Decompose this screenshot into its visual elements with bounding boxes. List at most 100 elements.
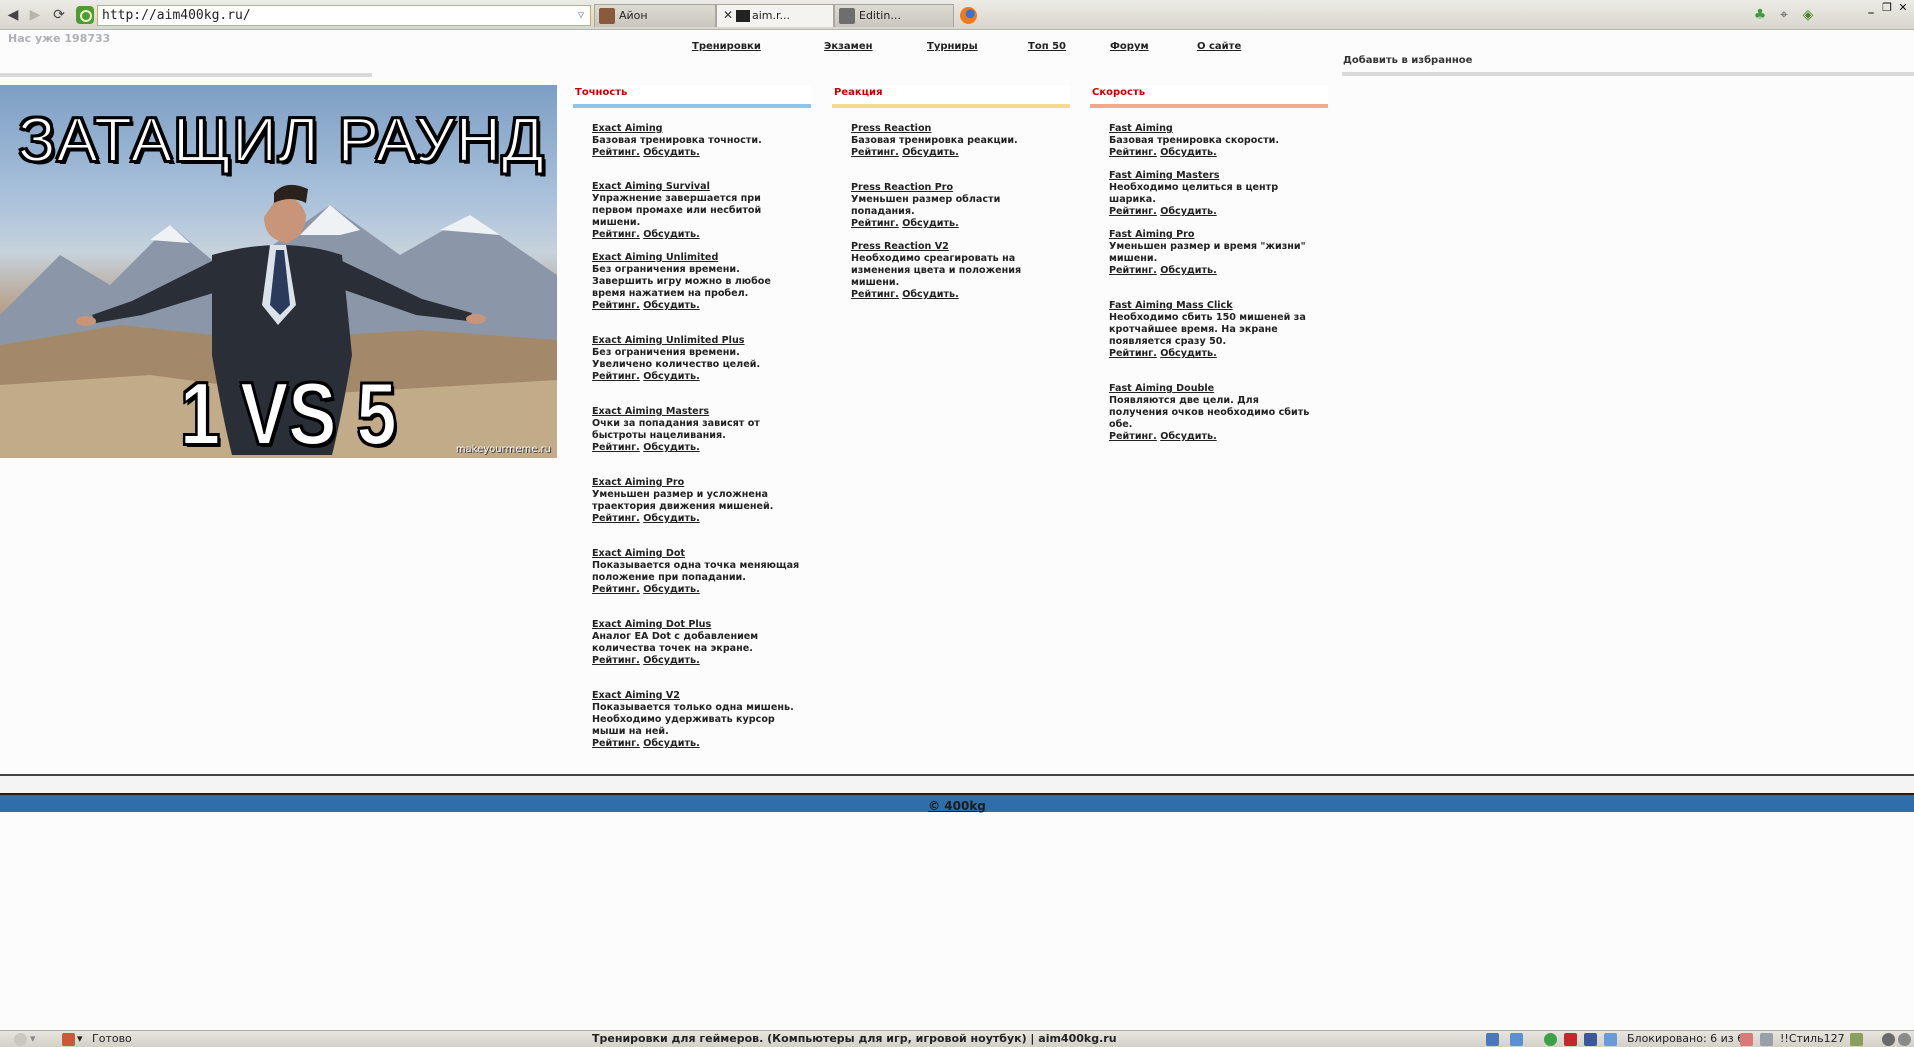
network-icon[interactable] <box>14 1033 27 1046</box>
discuss-link[interactable]: Обсудить. <box>643 655 700 666</box>
rating-link[interactable]: Рейтинг. <box>592 513 640 524</box>
tab-close-icon[interactable]: ✕ <box>723 5 733 26</box>
dropdown-icon[interactable]: ▾ <box>30 1031 36 1047</box>
training-link[interactable]: Press Reaction <box>851 123 1061 135</box>
style-indicator[interactable]: !!Стиль127 <box>1780 1031 1845 1047</box>
training-link[interactable]: Press Reaction Pro <box>851 182 1061 194</box>
discuss-link[interactable]: Обсудить. <box>1160 431 1217 442</box>
download-icon[interactable] <box>1486 1033 1499 1046</box>
training-link[interactable]: Exact Aiming Masters <box>592 406 802 418</box>
training-link[interactable]: Exact Aiming <box>592 123 802 135</box>
rating-link[interactable]: Рейтинг. <box>1109 147 1157 158</box>
addon-icon[interactable] <box>1882 1033 1895 1046</box>
training-link[interactable]: Fast Aiming Masters <box>1109 170 1319 182</box>
discuss-link[interactable]: Обсудить. <box>902 289 959 300</box>
training-link[interactable]: Exact Aiming V2 <box>592 690 802 702</box>
training-description: Базовая тренировка скорости. <box>1109 135 1279 146</box>
nav-forum[interactable]: Форум <box>1110 41 1149 52</box>
training-link[interactable]: Exact Aiming Unlimited Plus <box>592 335 802 347</box>
discuss-link[interactable]: Обсудить. <box>643 738 700 749</box>
nav-tournaments[interactable]: Турниры <box>927 41 978 52</box>
addon-icon[interactable] <box>1850 1033 1863 1046</box>
url-dropdown-icon[interactable]: ▽ <box>578 6 584 25</box>
discuss-link[interactable]: Обсудить. <box>1160 348 1217 359</box>
rating-link[interactable]: Рейтинг. <box>592 229 640 240</box>
tab-aion[interactable]: Айон <box>594 4 716 27</box>
discuss-link[interactable]: Обсудить. <box>643 513 700 524</box>
rating-link[interactable]: Рейтинг. <box>1109 431 1157 442</box>
forward-icon[interactable]: ▶ <box>26 6 44 24</box>
status-green-icon[interactable] <box>1544 1033 1557 1046</box>
meme-banner[interactable]: ЗАТАЩИЛ РАУНД 1 VS 5 makeyourmeme.ru <box>0 85 557 458</box>
close-icon[interactable]: ✕ <box>1896 2 1910 14</box>
nav-trainings[interactable]: Тренировки <box>692 41 761 52</box>
mail-icon[interactable] <box>1604 1033 1617 1046</box>
rating-link[interactable]: Рейтинг. <box>592 442 640 453</box>
training-link[interactable]: Exact Aiming Pro <box>592 477 802 489</box>
blocked-counter[interactable]: Блокировано: 6 из 6 <box>1627 1031 1744 1047</box>
discuss-link[interactable]: Обсудить. <box>902 218 959 229</box>
addon-icon[interactable]: ♣ <box>1752 7 1768 23</box>
minimize-icon[interactable]: _ <box>1864 2 1878 14</box>
rating-link[interactable]: Рейтинг. <box>592 300 640 311</box>
rating-link[interactable]: Рейтинг. <box>851 147 899 158</box>
adblock-icon[interactable] <box>1740 1033 1753 1046</box>
discuss-link[interactable]: Обсудить. <box>1160 206 1217 217</box>
crosshair-icon[interactable]: ⌖ <box>1776 7 1792 23</box>
reload-icon[interactable]: ⟳ <box>50 6 68 24</box>
discuss-link[interactable]: Обсудить. <box>643 300 700 311</box>
rating-link[interactable]: Рейтинг. <box>592 371 640 382</box>
discuss-link[interactable]: Обсудить. <box>902 147 959 158</box>
list-item: Exact Aiming Pro Уменьшен размер и услож… <box>592 477 802 525</box>
list-item: Exact Aiming Базовая тренировка точности… <box>592 123 802 159</box>
nav-exam[interactable]: Экзамен <box>824 41 873 52</box>
pin-icon[interactable] <box>1760 1033 1773 1046</box>
training-link[interactable]: Exact Aiming Survival <box>592 181 802 193</box>
discuss-link[interactable]: Обсудить. <box>643 371 700 382</box>
training-link[interactable]: Fast Aiming Double <box>1109 383 1319 395</box>
discuss-link[interactable]: Обсудить. <box>643 147 700 158</box>
copyright-link[interactable]: © 400kg <box>928 799 986 813</box>
discuss-link[interactable]: Обсудить. <box>643 442 700 453</box>
url-bar[interactable]: http://aim400kg.ru/ ▽ <box>97 5 591 26</box>
discuss-link[interactable]: Обсудить. <box>1160 265 1217 276</box>
discuss-link[interactable]: Обсудить. <box>643 584 700 595</box>
training-link[interactable]: Fast Aiming <box>1109 123 1319 135</box>
training-link[interactable]: Exact Aiming Unlimited <box>592 252 802 264</box>
addon-bar-icon[interactable] <box>62 1033 75 1046</box>
firefox-icon[interactable] <box>960 7 977 24</box>
tab-aim[interactable]: ✕ aim.r... <box>716 4 834 27</box>
site-identity-icon[interactable] <box>76 6 94 24</box>
rating-link[interactable]: Рейтинг. <box>592 147 640 158</box>
rating-link[interactable]: Рейтинг. <box>592 584 640 595</box>
rating-link[interactable]: Рейтинг. <box>851 289 899 300</box>
hd-icon[interactable] <box>1564 1033 1577 1046</box>
list-item: Exact Aiming Dot Plus Аналог EA Dot с до… <box>592 619 802 667</box>
rating-link[interactable]: Рейтинг. <box>851 218 899 229</box>
training-link[interactable]: Fast Aiming Pro <box>1109 229 1319 241</box>
rating-link[interactable]: Рейтинг. <box>1109 265 1157 276</box>
rating-link[interactable]: Рейтинг. <box>592 738 640 749</box>
tab-editing[interactable]: Editin... <box>834 4 954 27</box>
skype-icon[interactable] <box>1510 1033 1523 1046</box>
nav-about[interactable]: О сайте <box>1197 41 1241 52</box>
nav-top50[interactable]: Топ 50 <box>1028 41 1066 52</box>
eye-icon[interactable] <box>1898 1033 1911 1046</box>
back-icon[interactable]: ◀ <box>4 6 22 24</box>
rating-link[interactable]: Рейтинг. <box>1109 348 1157 359</box>
dropdown-icon[interactable]: ▾ <box>77 1031 83 1047</box>
list-item: Press Reaction V2 Необходимо среагироват… <box>851 241 1061 301</box>
rating-link[interactable]: Рейтинг. <box>592 655 640 666</box>
add-to-favorites-link[interactable]: Добавить в избранное <box>1343 55 1472 66</box>
rating-link[interactable]: Рейтинг. <box>1109 206 1157 217</box>
training-link[interactable]: Press Reaction V2 <box>851 241 1061 253</box>
facebook-icon[interactable] <box>1584 1033 1597 1046</box>
discuss-link[interactable]: Обсудить. <box>1160 147 1217 158</box>
divider <box>0 73 372 77</box>
discuss-link[interactable]: Обсудить. <box>643 229 700 240</box>
training-link[interactable]: Exact Aiming Dot Plus <box>592 619 802 631</box>
training-link[interactable]: Fast Aiming Mass Click <box>1109 300 1319 312</box>
restore-icon[interactable]: ❐ <box>1880 2 1894 14</box>
addon-leaf-icon[interactable]: ◈ <box>1800 7 1816 23</box>
training-link[interactable]: Exact Aiming Dot <box>592 548 802 560</box>
